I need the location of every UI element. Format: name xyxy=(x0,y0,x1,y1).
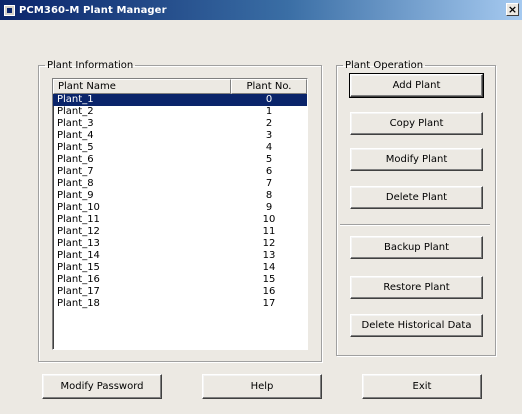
modify-password-button[interactable]: Modify Password xyxy=(42,374,162,399)
plant-name-cell: Plant_5 xyxy=(57,142,94,153)
plant-no-cell: 9 xyxy=(265,202,273,213)
plant-no-cell: 13 xyxy=(262,250,276,261)
window-title: PCM360-M Plant Manager xyxy=(19,4,167,16)
add-plant-button[interactable]: Add Plant xyxy=(349,73,484,98)
plant-list[interactable]: Plant Name Plant No. Plant_1 0 Plant_2 1 Pla… xyxy=(52,78,308,350)
plant-list-rows: Plant_1 0 Plant_2 1 Plant_3 2 Plant_4 3 Plant_5 4… xyxy=(53,94,307,310)
plant-no-cell: 3 xyxy=(265,130,273,141)
table-row[interactable]: Plant_1 0 xyxy=(53,94,307,106)
table-row[interactable]: Plant_4 3 xyxy=(53,130,307,142)
plant-name-cell: Plant_18 xyxy=(57,298,100,309)
table-row[interactable]: Plant_11 10 xyxy=(53,214,307,226)
plant-name-cell: Plant_2 xyxy=(57,106,94,117)
column-header-plant-name[interactable]: Plant Name xyxy=(53,79,231,94)
plant-no-cell: 7 xyxy=(265,178,273,189)
plant-no-cell: 2 xyxy=(265,118,273,129)
column-header-plant-no[interactable]: Plant No. xyxy=(231,79,307,94)
plant-no-cell: 12 xyxy=(262,238,276,249)
table-row[interactable]: Plant_3 2 xyxy=(53,118,307,130)
plant-name-cell: Plant_16 xyxy=(57,274,100,285)
plant-name-cell: Plant_1 xyxy=(57,94,94,105)
plant-operation-legend: Plant Operation xyxy=(345,60,424,71)
plant-name-cell: Plant_3 xyxy=(57,118,94,129)
title-bar[interactable]: PCM360-M Plant Manager × xyxy=(0,0,522,20)
table-row[interactable]: Plant_9 8 xyxy=(53,190,307,202)
plant-no-cell: 17 xyxy=(262,298,276,309)
plant-list-header: Plant Name Plant No. xyxy=(53,79,307,94)
operation-separator xyxy=(340,224,490,226)
plant-name-cell: Plant_8 xyxy=(57,178,94,189)
table-row[interactable]: Plant_15 14 xyxy=(53,262,307,274)
table-row[interactable]: Plant_16 15 xyxy=(53,274,307,286)
table-row[interactable]: Plant_8 7 xyxy=(53,178,307,190)
table-row[interactable]: Plant_13 12 xyxy=(53,238,307,250)
table-row[interactable]: Plant_17 16 xyxy=(53,286,307,298)
plant-name-cell: Plant_4 xyxy=(57,130,94,141)
plant-name-cell: Plant_17 xyxy=(57,286,100,297)
plant-name-cell: Plant_12 xyxy=(57,226,100,237)
app-window-icon xyxy=(4,4,15,16)
backup-plant-button[interactable]: Backup Plant xyxy=(350,236,483,259)
plant-manager-window: PCM360-M Plant Manager × Plant Informati… xyxy=(0,0,522,414)
restore-plant-button[interactable]: Restore Plant xyxy=(350,276,483,299)
table-row[interactable]: Plant_5 4 xyxy=(53,142,307,154)
plant-name-cell: Plant_15 xyxy=(57,262,100,273)
table-row[interactable]: Plant_7 6 xyxy=(53,166,307,178)
plant-no-cell: 4 xyxy=(265,142,273,153)
exit-button[interactable]: Exit xyxy=(362,374,482,399)
modify-plant-button[interactable]: Modify Plant xyxy=(350,148,483,171)
plant-no-cell: 15 xyxy=(262,274,276,285)
plant-name-cell: Plant_10 xyxy=(57,202,100,213)
help-button[interactable]: Help xyxy=(202,374,322,399)
plant-name-cell: Plant_13 xyxy=(57,238,100,249)
table-row[interactable]: Plant_10 9 xyxy=(53,202,307,214)
delete-plant-button[interactable]: Delete Plant xyxy=(350,186,483,209)
copy-plant-button[interactable]: Copy Plant xyxy=(350,112,483,135)
plant-no-cell: 14 xyxy=(262,262,276,273)
table-row[interactable]: Plant_12 11 xyxy=(53,226,307,238)
plant-name-cell: Plant_11 xyxy=(57,214,100,225)
plant-no-cell: 6 xyxy=(265,166,273,177)
plant-no-cell: 11 xyxy=(262,226,276,237)
table-row[interactable]: Plant_14 13 xyxy=(53,250,307,262)
plant-no-cell: 1 xyxy=(265,106,273,117)
plant-no-cell: 5 xyxy=(265,154,273,165)
table-row[interactable]: Plant_6 5 xyxy=(53,154,307,166)
plant-name-cell: Plant_7 xyxy=(57,166,94,177)
plant-name-cell: Plant_14 xyxy=(57,250,100,261)
delete-historical-data-button[interactable]: Delete Historical Data xyxy=(350,314,483,337)
plant-no-cell: 16 xyxy=(262,286,276,297)
plant-no-cell: 0 xyxy=(265,94,273,105)
plant-information-legend: Plant Information xyxy=(47,60,134,71)
plant-no-cell: 8 xyxy=(265,190,273,201)
table-row[interactable]: Plant_18 17 xyxy=(53,298,307,310)
plant-name-cell: Plant_9 xyxy=(57,190,94,201)
close-icon[interactable]: × xyxy=(506,3,519,16)
plant-no-cell: 10 xyxy=(262,214,276,225)
table-row[interactable]: Plant_2 1 xyxy=(53,106,307,118)
plant-name-cell: Plant_6 xyxy=(57,154,94,165)
